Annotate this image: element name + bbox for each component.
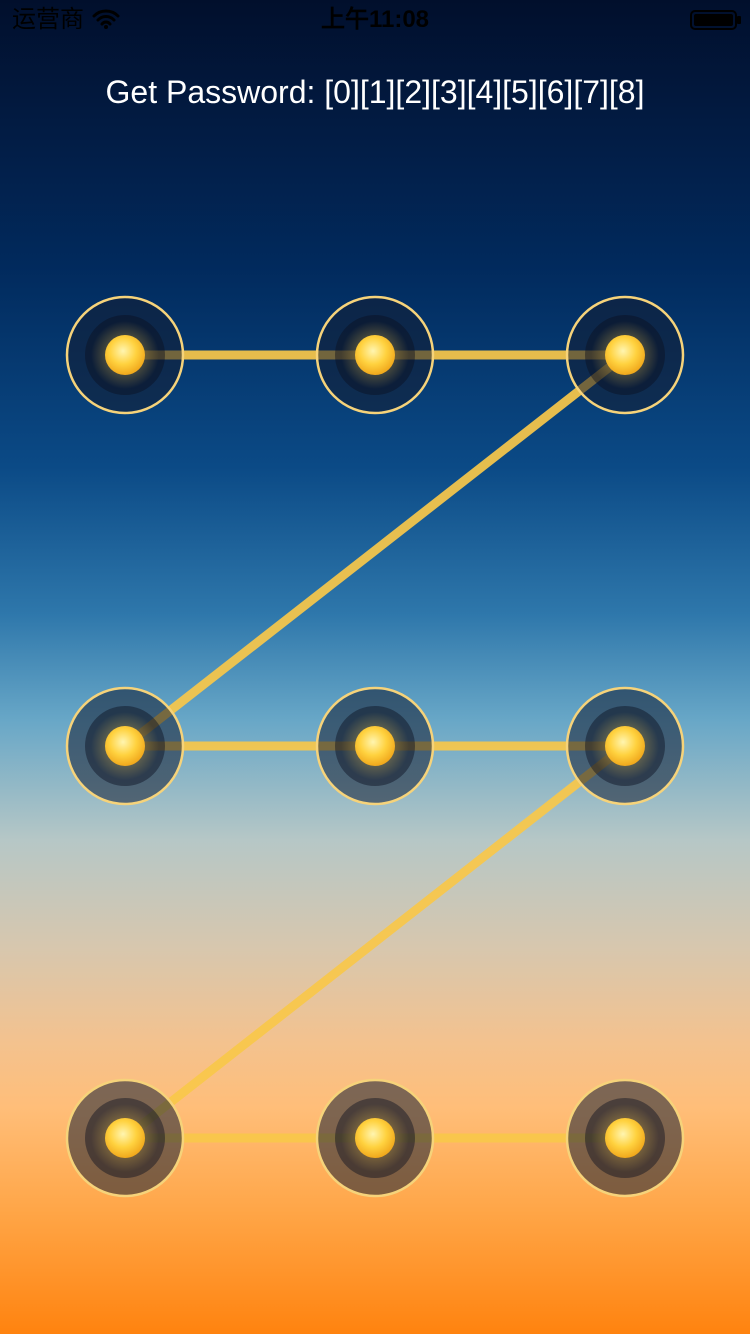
pattern-node-5[interactable] (565, 686, 685, 806)
pattern-node-2[interactable] (565, 295, 685, 415)
pattern-node-3[interactable] (65, 686, 185, 806)
pattern-node-7[interactable] (315, 1078, 435, 1198)
pattern-node-1[interactable] (315, 295, 435, 415)
lock-pattern[interactable] (0, 0, 750, 1334)
pattern-node-8[interactable] (565, 1078, 685, 1198)
pattern-nodes (65, 295, 685, 1198)
pattern-node-0[interactable] (65, 295, 185, 415)
pattern-node-6[interactable] (65, 1078, 185, 1198)
pattern-node-4[interactable] (315, 686, 435, 806)
